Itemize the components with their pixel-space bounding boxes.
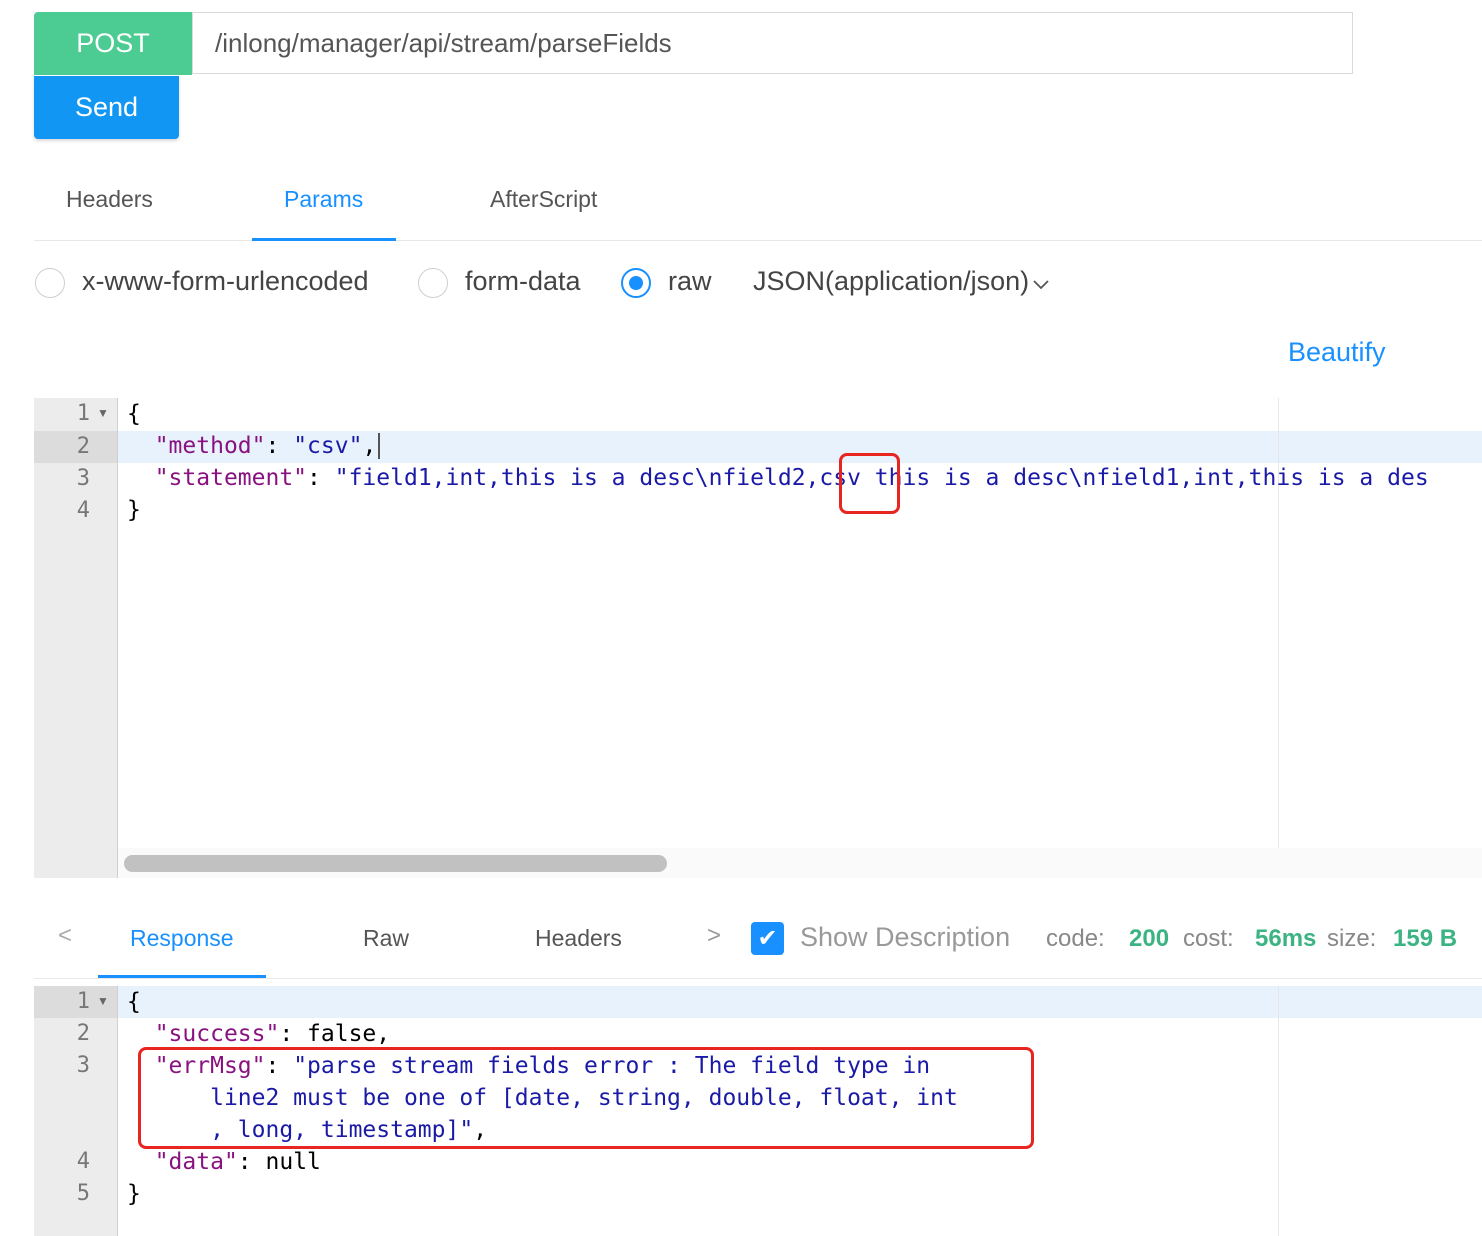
tab-afterscript[interactable]: AfterScript <box>490 186 597 213</box>
content-type-label: JSON(application/json) <box>753 266 1030 296</box>
line-number: 3 <box>76 466 90 491</box>
content-type-dropdown[interactable]: JSON(application/json) <box>753 266 1050 298</box>
code-value: 200 <box>1129 925 1170 952</box>
radio-form-data-label[interactable]: form-data <box>465 266 581 297</box>
code-line: "method": "csv", <box>127 430 381 462</box>
radio-urlencoded-label[interactable]: x-www-form-urlencoded <box>82 266 369 297</box>
print-margin <box>1278 986 1279 1236</box>
code-label: code: <box>1046 925 1105 952</box>
size-value: 159 B <box>1393 925 1458 952</box>
line-number: 3 <box>76 1053 90 1078</box>
code-line: } <box>127 1181 141 1207</box>
chevron-right-icon[interactable]: > <box>707 922 721 950</box>
show-description-checkbox[interactable]: ✔ <box>751 922 784 955</box>
tab-response[interactable]: Response <box>130 925 234 952</box>
line-number: 1 <box>76 401 90 426</box>
radio-form-data[interactable] <box>418 268 448 298</box>
check-icon: ✔ <box>757 925 778 952</box>
tab-params[interactable]: Params <box>284 186 363 213</box>
line-number: 4 <box>76 1149 90 1174</box>
cost-value: 56ms <box>1255 925 1317 952</box>
line-number: 2 <box>76 1021 90 1046</box>
tab-response-headers[interactable]: Headers <box>535 925 622 952</box>
url-input[interactable] <box>192 12 1353 74</box>
show-description-label[interactable]: Show Description <box>800 922 1010 953</box>
text-cursor <box>378 433 381 459</box>
code-line: "data": null <box>154 1149 321 1175</box>
highlight-box-errmsg <box>138 1047 1034 1149</box>
tab-divider <box>34 978 1482 979</box>
line-number: 2 <box>76 434 90 459</box>
chevron-left-icon[interactable]: < <box>58 922 72 950</box>
code-line: { <box>127 989 141 1015</box>
line-number: 5 <box>76 1181 90 1206</box>
code-line: } <box>127 497 141 523</box>
fold-arrow-icon[interactable]: ▼ <box>97 994 109 1008</box>
tab-headers[interactable]: Headers <box>66 186 153 213</box>
tab-raw[interactable]: Raw <box>363 925 409 952</box>
request-body-editor[interactable]: { "method": "csv", "statement": "field1,… <box>118 398 1482 848</box>
radio-urlencoded[interactable] <box>35 268 65 298</box>
radio-raw[interactable] <box>621 268 651 298</box>
line-number: 4 <box>76 498 90 523</box>
radio-raw-label[interactable]: raw <box>668 266 712 297</box>
code-line: { <box>127 401 141 427</box>
code-line: "success": false, <box>154 1021 391 1047</box>
send-button[interactable]: Send <box>34 76 179 139</box>
fold-arrow-icon[interactable]: ▼ <box>97 406 109 420</box>
highlight-box-csv <box>839 453 900 514</box>
beautify-button[interactable]: Beautify <box>1288 337 1386 368</box>
active-tab-indicator <box>252 238 396 241</box>
chevron-down-icon <box>1032 267 1050 298</box>
horizontal-scrollbar[interactable] <box>124 855 667 872</box>
line-number: 1 <box>76 989 90 1014</box>
method-selector[interactable]: POST <box>34 12 192 75</box>
code-line: "statement": "field1,int,this is a desc\… <box>154 465 1429 491</box>
size-label: size: <box>1327 925 1377 952</box>
cost-label: cost: <box>1183 925 1234 952</box>
